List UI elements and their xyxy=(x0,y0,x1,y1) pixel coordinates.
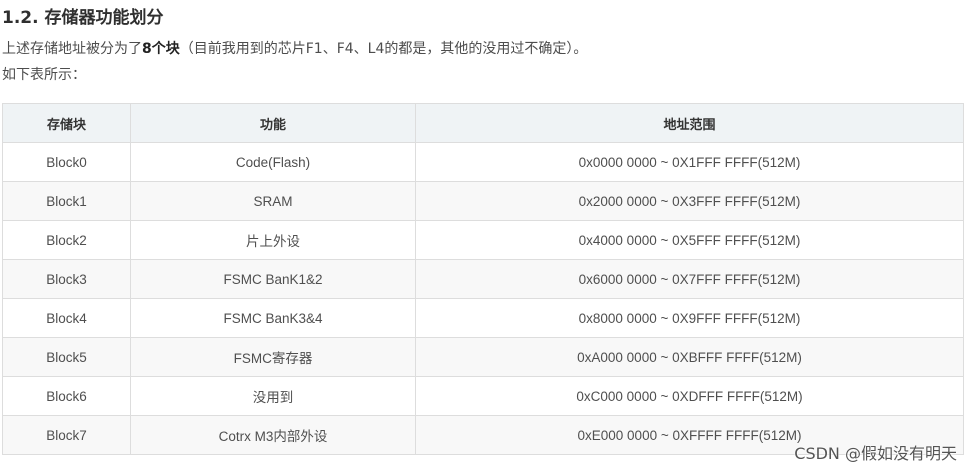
cell-function: Code(Flash) xyxy=(130,142,416,182)
intro-paragraph-2: 如下表所示： xyxy=(2,67,86,83)
cell-function: FSMC BanK1&2 xyxy=(130,259,416,299)
cell-address-range: 0x0000 0000 ~ 0X1FFF FFFF(512M) xyxy=(415,142,964,182)
header-address-range: 地址范围 xyxy=(415,103,964,143)
table-row: Block5 FSMC寄存器 0xA000 0000 ~ 0XBFFF FFFF… xyxy=(2,337,964,377)
cell-address-range: 0xC000 0000 ~ 0XDFFF FFFF(512M) xyxy=(415,376,964,416)
table-row: Block6 没用到 0xC000 0000 ~ 0XDFFF FFFF(512… xyxy=(2,376,964,416)
table-row: Block1 SRAM 0x2000 0000 ~ 0X3FFF FFFF(51… xyxy=(2,181,964,221)
cell-block: Block5 xyxy=(2,337,131,377)
cell-function: FSMC BanK3&4 xyxy=(130,298,416,338)
header-function: 功能 xyxy=(130,103,416,143)
cell-block: Block2 xyxy=(2,220,131,260)
csdn-watermark: CSDN @假如没有明天 xyxy=(794,444,957,463)
cell-function: FSMC寄存器 xyxy=(130,337,416,377)
cell-block: Block4 xyxy=(2,298,131,338)
intro-paragraph: 上述存储地址被分为了8个块（目前我用到的芯片F1、F4、L4的都是，其他的没用过… xyxy=(2,38,587,58)
cell-function: SRAM xyxy=(130,181,416,221)
cell-address-range: 0x6000 0000 ~ 0X7FFF FFFF(512M) xyxy=(415,259,964,299)
cell-function: 没用到 xyxy=(130,376,416,416)
intro-text-bold: 8个块 xyxy=(142,41,180,57)
table-row: Block0 Code(Flash) 0x0000 0000 ~ 0X1FFF … xyxy=(2,142,964,182)
cell-block: Block7 xyxy=(2,415,131,455)
cell-function: 片上外设 xyxy=(130,220,416,260)
cell-block: Block1 xyxy=(2,181,131,221)
header-block: 存储块 xyxy=(2,103,131,143)
intro-text-after: （目前我用到的芯片F1、F4、L4的都是，其他的没用过不确定）。 xyxy=(179,41,588,57)
cell-block: Block6 xyxy=(2,376,131,416)
cell-address-range: 0x8000 0000 ~ 0X9FFF FFFF(512M) xyxy=(415,298,964,338)
cell-function: Cotrx M3内部外设 xyxy=(130,415,416,455)
cell-address-range: 0xA000 0000 ~ 0XBFFF FFFF(512M) xyxy=(415,337,964,377)
cell-address-range: 0x2000 0000 ~ 0X3FFF FFFF(512M) xyxy=(415,181,964,221)
cell-address-range: 0x4000 0000 ~ 0X5FFF FFFF(512M) xyxy=(415,220,964,260)
memory-map-table: 存储块 功能 地址范围 Block0 Code(Flash) 0x0000 00… xyxy=(2,103,964,455)
cell-block: Block3 xyxy=(2,259,131,299)
intro-text-before: 上述存储地址被分为了 xyxy=(2,41,142,57)
table-row: Block3 FSMC BanK1&2 0x6000 0000 ~ 0X7FFF… xyxy=(2,259,964,299)
table-row: Block4 FSMC BanK3&4 0x8000 0000 ~ 0X9FFF… xyxy=(2,298,964,338)
table-row: Block2 片上外设 0x4000 0000 ~ 0X5FFF FFFF(51… xyxy=(2,220,964,260)
section-heading: 1.2. 存储器功能划分 xyxy=(2,8,164,28)
cell-block: Block0 xyxy=(2,142,131,182)
table-header-row: 存储块 功能 地址范围 xyxy=(2,103,964,143)
